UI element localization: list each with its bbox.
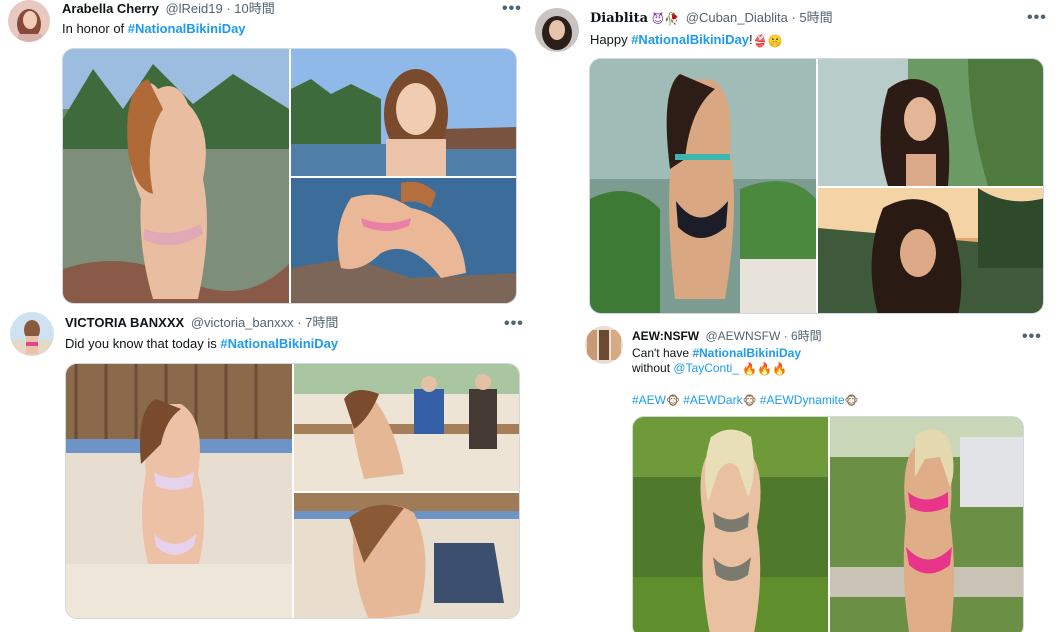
hashtag-link[interactable]: #NationalBikiniDay [631, 32, 749, 47]
rose-emoji-icon: 🥀 [664, 12, 680, 26]
tweet-aewnsfw[interactable]: AEW:NSFW @AEWNSFW · 6時間 ••• Can't have #… [530, 322, 1062, 632]
user-handle[interactable]: @lReid19 [165, 1, 222, 16]
avatar-image [585, 326, 623, 364]
photo-2[interactable] [291, 49, 516, 176]
hashtag-link[interactable]: #NationalBikiniDay [220, 336, 338, 351]
tweet-victoria[interactable]: VICTORIA BANXXX @victoria_banxxx · 7時間 •… [0, 310, 530, 632]
tweet-text: Did you know that today is #NationalBiki… [65, 336, 338, 352]
display-name[interactable]: Arabella Cherry [62, 1, 159, 16]
tweet-text-prefix: Did you know that today is [65, 336, 221, 351]
avatar-image [535, 8, 579, 52]
tweet-text-line-1: Can't have #NationalBikiniDay [632, 346, 801, 361]
photo-1[interactable] [63, 49, 289, 303]
tweet-text-prefix: In honor of [62, 21, 128, 36]
display-name[interactable]: Diablita [590, 11, 648, 26]
separator: · [780, 329, 791, 343]
hashtag-link[interactable]: #AEWDynamite [760, 393, 845, 407]
user-handle[interactable]: @AEWNSFW [705, 329, 780, 343]
tweet-arabella[interactable]: Arabella Cherry @lReid19 · 10時間 ••• In h… [0, 0, 530, 310]
photo-3[interactable] [818, 188, 1043, 313]
timestamp[interactable]: 6時間 [791, 329, 822, 343]
separator: · [293, 315, 306, 330]
tweet-text-line2-prefix: without [632, 361, 674, 375]
monkey-emoji-icon: 🐵 [742, 394, 757, 408]
shush-emoji-icon: 🤫 [767, 34, 783, 48]
photo-2[interactable] [294, 364, 519, 491]
display-name[interactable]: VICTORIA BANXXX [65, 315, 184, 330]
mention-link[interactable]: @TayConti_ [673, 361, 739, 375]
devil-emoji-icon: 😈 [651, 12, 665, 26]
tweet-text: In honor of #NationalBikiniDay [62, 21, 246, 37]
hashtag-link[interactable]: #NationalBikiniDay [692, 346, 801, 360]
tweet-tags: #AEW🐵 #AEWDark🐵 #AEWDynamite🐵 [632, 393, 858, 409]
monkey-emoji-icon: 🐵 [666, 394, 680, 408]
user-handle[interactable]: @victoria_banxxx [191, 315, 294, 330]
more-icon[interactable]: ••• [1022, 329, 1042, 345]
timestamp[interactable]: 7時間 [305, 315, 338, 330]
avatar-image [10, 312, 54, 356]
media-grid[interactable] [632, 416, 1024, 632]
more-icon[interactable]: ••• [504, 316, 524, 332]
hashtag-link[interactable]: #AEW [632, 393, 666, 407]
avatar-image [8, 0, 50, 42]
monkey-emoji-icon: 🐵 [844, 394, 859, 408]
avatar[interactable] [8, 0, 50, 42]
photo-1[interactable] [590, 59, 816, 313]
hashtag-link[interactable]: #AEWDark [683, 393, 742, 407]
media-grid[interactable] [589, 58, 1044, 314]
more-icon[interactable]: ••• [1027, 10, 1047, 26]
tweet-text-line-2: without @TayConti_ 🔥🔥🔥 [632, 361, 787, 377]
fire-emoji-icon: 🔥 [757, 362, 773, 376]
avatar[interactable] [585, 326, 623, 364]
photo-3[interactable] [294, 493, 519, 618]
fire-emoji-icon: 🔥 [742, 362, 758, 376]
photo-1[interactable] [66, 364, 292, 618]
photo-1[interactable] [633, 417, 828, 632]
separator: · [787, 10, 800, 25]
tweet-text-prefix: Can't have [632, 346, 693, 360]
photo-2[interactable] [830, 417, 1023, 632]
separator: · [222, 1, 235, 16]
hashtag-link[interactable]: #NationalBikiniDay [128, 21, 246, 36]
bikini-emoji-icon: 👙 [752, 34, 768, 48]
media-grid[interactable] [62, 48, 517, 304]
photo-2[interactable] [818, 59, 1043, 186]
timestamp[interactable]: 5時間 [799, 10, 832, 25]
avatar[interactable] [10, 312, 54, 356]
tweet-diablita[interactable]: Diablita 😈🥀 @Cuban_Diablita · 5時間 ••• Ha… [530, 0, 1062, 322]
user-handle[interactable]: @Cuban_Diablita [686, 10, 788, 25]
photo-3[interactable] [291, 178, 516, 303]
fire-emoji-icon: 🔥 [772, 362, 788, 376]
more-icon[interactable]: ••• [502, 1, 522, 17]
display-name[interactable]: AEW:NSFW [632, 329, 699, 343]
media-grid[interactable] [65, 363, 520, 619]
avatar[interactable] [535, 8, 579, 52]
tweet-text-prefix: Happy [590, 32, 632, 47]
timestamp[interactable]: 10時間 [234, 1, 274, 16]
tweet-text: Happy #NationalBikiniDay!👙🤫 [590, 32, 783, 49]
